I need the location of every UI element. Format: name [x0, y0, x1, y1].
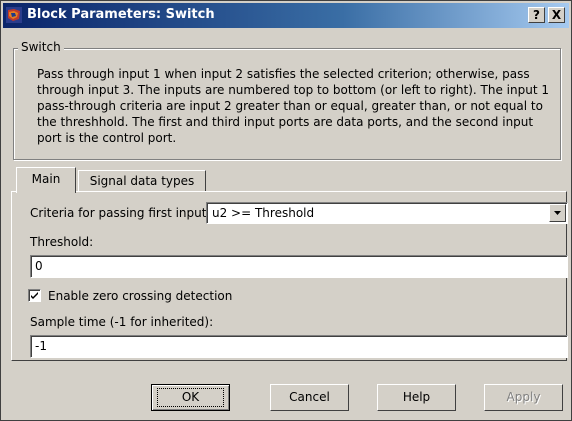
zero-crossing-label[interactable]: Enable zero crossing detection — [48, 289, 232, 304]
help-title-button[interactable]: ? — [528, 7, 545, 23]
title-bar[interactable]: Block Parameters: Switch ? X — [3, 3, 569, 28]
tab-signal-data-types[interactable]: Signal data types — [78, 170, 206, 192]
help-button[interactable]: Help — [377, 384, 456, 411]
apply-button[interactable]: Apply — [484, 384, 563, 411]
criteria-label: Criteria for passing first input: — [30, 206, 211, 220]
sample-time-input[interactable]: -1 — [30, 335, 568, 358]
block-description: Pass through input 1 when input 2 satisf… — [37, 67, 549, 145]
simulink-block-icon — [6, 7, 22, 23]
sample-time-label: Sample time (-1 for inherited): — [30, 315, 214, 329]
criteria-select[interactable]: u2 >= Threshold — [206, 202, 568, 224]
zero-crossing-checkbox[interactable] — [28, 289, 41, 302]
threshold-input[interactable]: 0 — [30, 255, 568, 278]
criteria-selected-value: u2 >= Threshold — [212, 206, 315, 220]
tab-main[interactable]: Main — [16, 167, 76, 193]
ok-button[interactable]: OK — [151, 384, 230, 411]
close-title-button[interactable]: X — [548, 7, 565, 23]
threshold-label: Threshold: — [30, 235, 94, 249]
checkmark-icon — [31, 292, 38, 299]
ok-button-label: OK — [156, 388, 225, 407]
dialog-window: Block Parameters: Switch ? X Switch Pass… — [0, 0, 572, 421]
window-title: Block Parameters: Switch — [27, 7, 215, 22]
groupbox-label: Switch — [18, 40, 64, 55]
chevron-down-icon — [554, 211, 561, 215]
dropdown-button[interactable] — [549, 204, 566, 222]
cancel-button[interactable]: Cancel — [270, 384, 349, 411]
